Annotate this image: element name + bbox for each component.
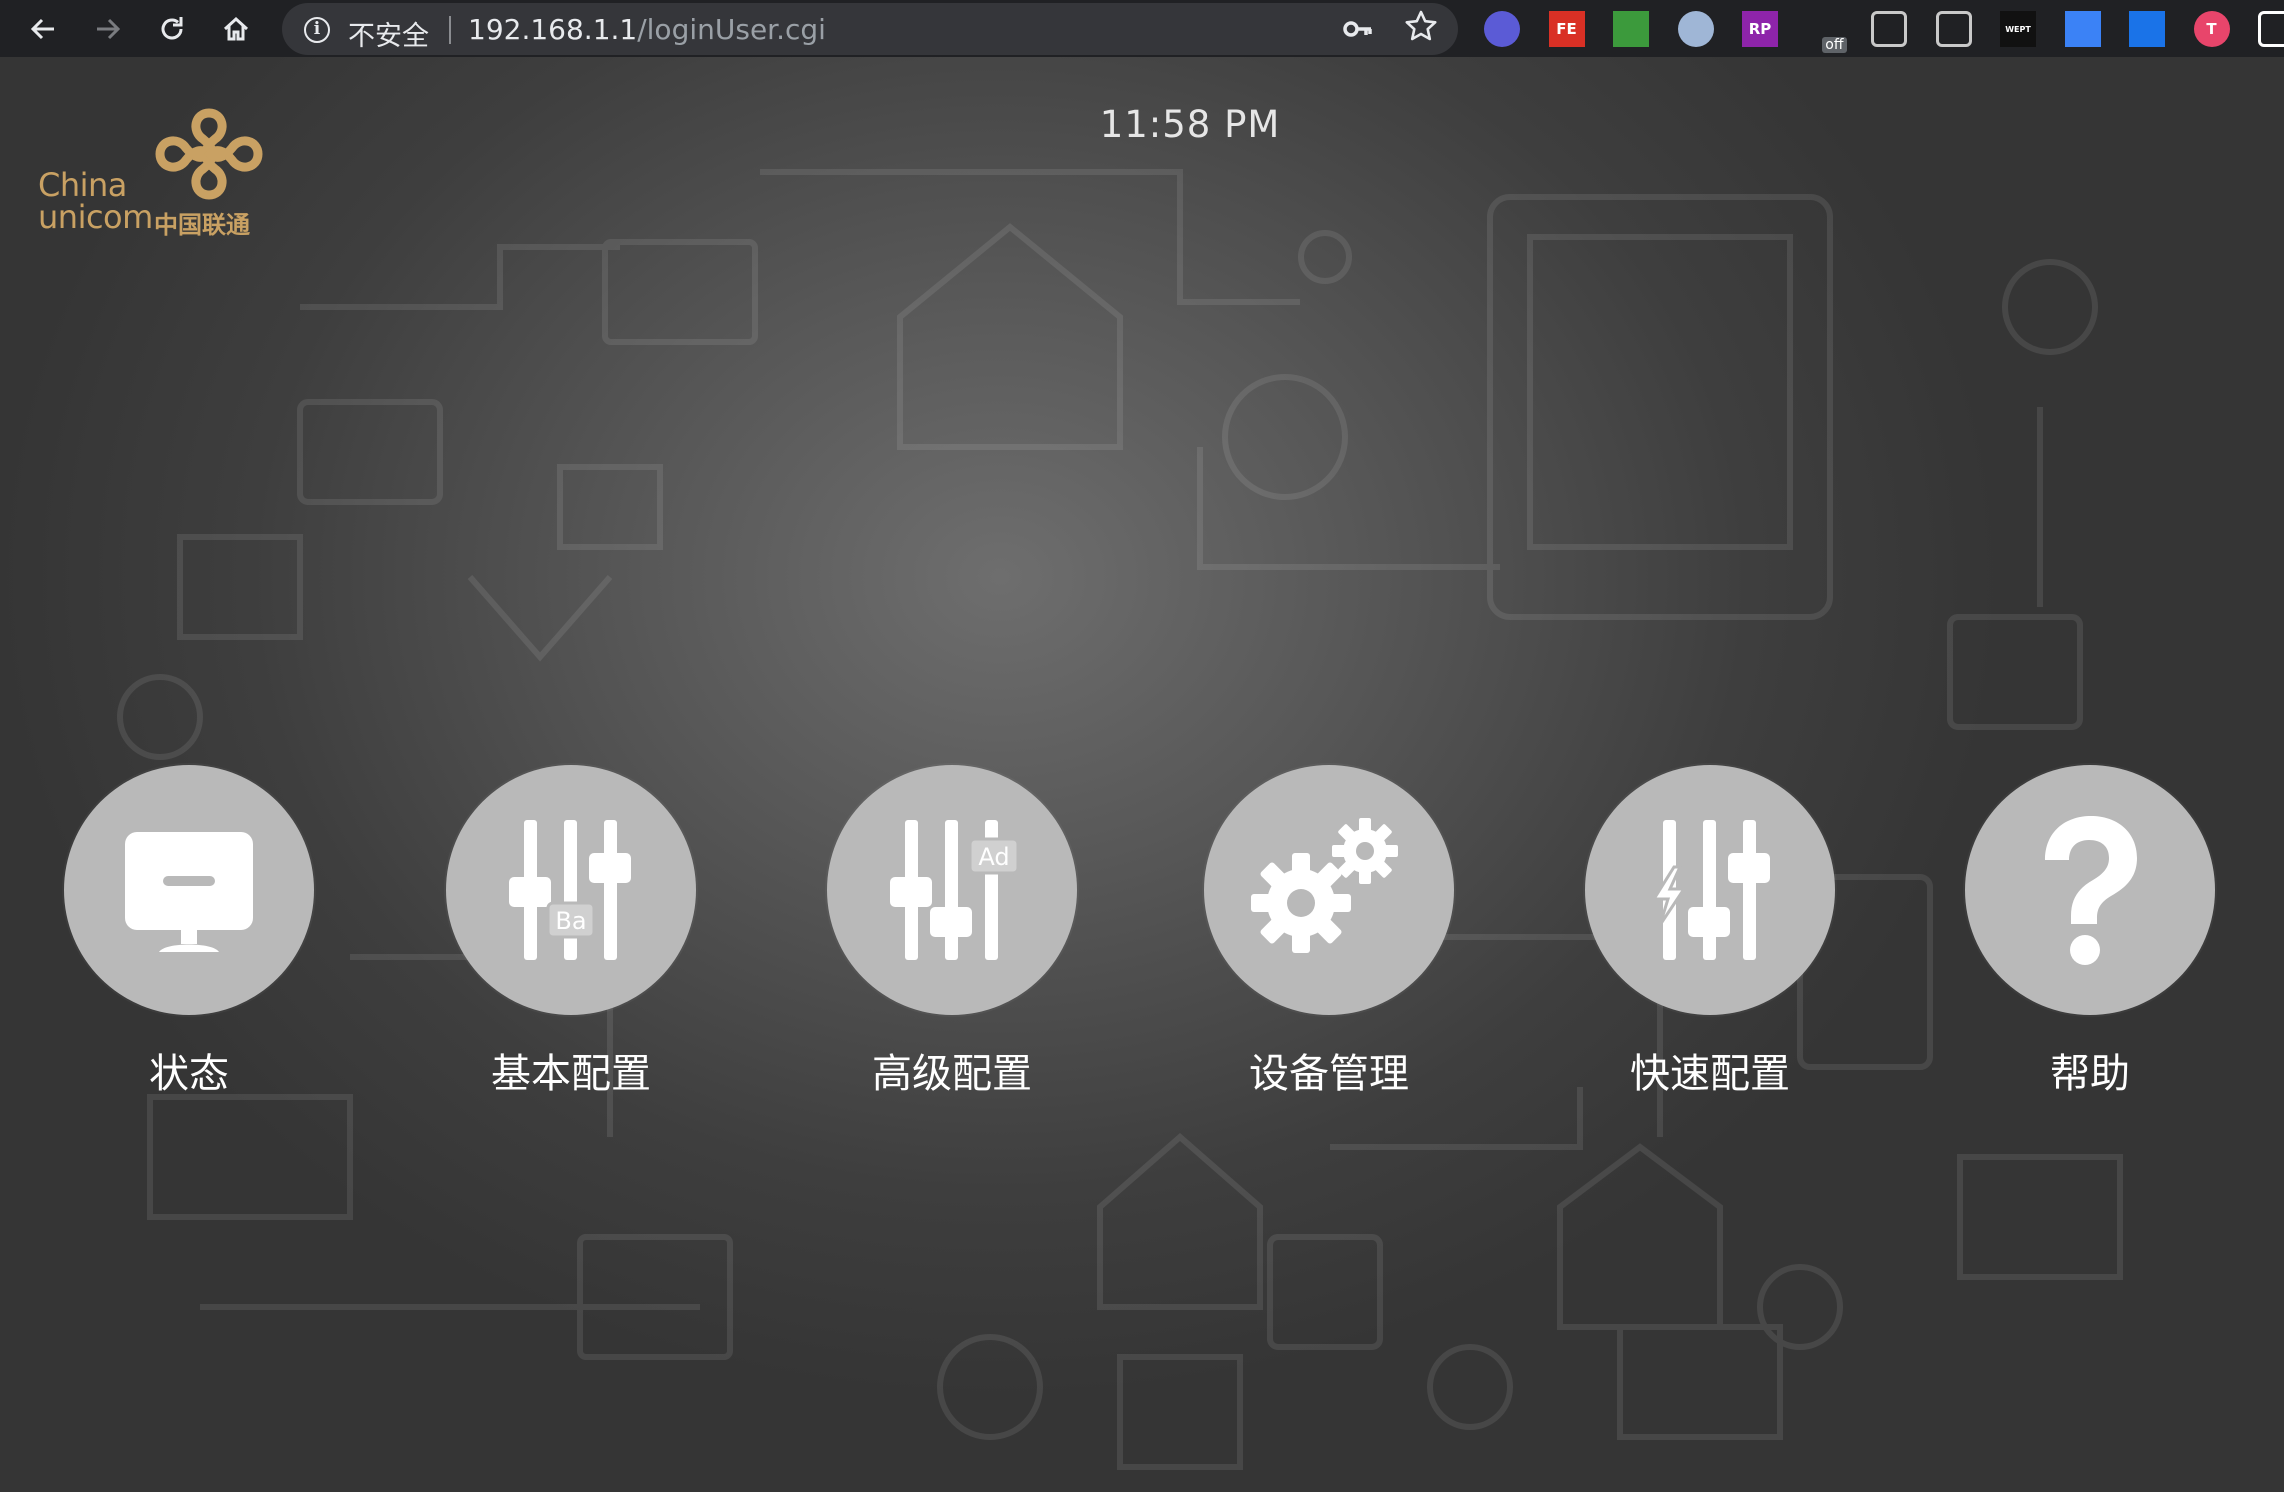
gears-icon — [1251, 818, 1398, 953]
help-icon — [2045, 816, 2137, 965]
menu-circle-status[interactable] — [64, 765, 314, 1015]
basic-sliders-icon: Ba — [509, 820, 631, 960]
security-label[interactable]: 不安全 — [348, 14, 429, 53]
home-icon[interactable] — [214, 8, 258, 50]
menu-item-help[interactable]: 帮助 — [1965, 765, 2215, 1125]
extension-pocket-icon[interactable] — [1871, 11, 1907, 47]
browser-toolbar: i 不安全 192.168.1.1/loginUser.cgi FE RP off W… — [0, 0, 2284, 57]
menu-label-device-management[interactable]: 设备管理 — [1204, 1041, 1454, 1099]
menu-label-basic-config[interactable]: 基本配置 — [446, 1041, 696, 1099]
menu-item-quick-config[interactable]: 快速配置 — [1585, 765, 1835, 1125]
extension-v-icon[interactable] — [1935, 11, 1972, 47]
extension-off-icon[interactable]: off — [1806, 11, 1847, 53]
menu-label-status[interactable]: 状态 — [64, 1041, 314, 1099]
extension-square-icon[interactable] — [2258, 11, 2284, 47]
logo-unicom-text: unicom — [38, 198, 153, 236]
menu-circle-advanced-config[interactable]: Ad — [827, 765, 1077, 1015]
url-path: /loginUser.cgi — [637, 13, 826, 46]
forward-arrow-icon[interactable] — [86, 8, 130, 50]
back-arrow-icon[interactable] — [21, 8, 65, 50]
extension-rp-icon[interactable]: RP — [1742, 11, 1778, 47]
extension-red-t-icon[interactable]: T — [2193, 11, 2230, 47]
address-bar[interactable]: i 不安全 192.168.1.1/loginUser.cgi — [282, 3, 1458, 55]
extension-wept-label: WEPT — [2005, 24, 2031, 34]
monitor-icon — [125, 832, 253, 952]
router-home-page: China unicom 中国联通 11:58 PM 状态 Ba 基本配置 Ad… — [0, 57, 2284, 1492]
main-menu: 状态 Ba 基本配置 Ad 高级配置 设备管理 快速配置 帮助 — [0, 765, 2284, 1165]
extension-fe-label: FE — [1556, 20, 1577, 38]
extension-wept-icon[interactable]: WEPT — [2000, 11, 2036, 47]
menu-item-basic-config[interactable]: Ba 基本配置 — [446, 765, 696, 1125]
unicom-knot-icon — [155, 108, 263, 200]
address-separator — [449, 16, 451, 44]
extension-fe-icon[interactable]: FE — [1548, 11, 1585, 47]
menu-label-help[interactable]: 帮助 — [1965, 1041, 2215, 1099]
advanced-badge-text: Ad — [978, 843, 1009, 871]
extension-diamond-icon[interactable] — [2064, 11, 2101, 47]
extension-off-label: off — [1822, 37, 1847, 53]
extension-check-icon[interactable] — [1484, 11, 1520, 47]
extension-rp-label: RP — [1748, 20, 1772, 38]
menu-circle-help[interactable] — [1965, 765, 2215, 1015]
extension-red-t-label: T — [2206, 20, 2217, 38]
url-text[interactable]: 192.168.1.1/loginUser.cgi — [468, 13, 826, 46]
menu-label-advanced-config[interactable]: 高级配置 — [827, 1041, 1077, 1099]
menu-item-device-management[interactable]: 设备管理 — [1204, 765, 1454, 1125]
key-icon[interactable] — [1342, 13, 1374, 53]
info-icon[interactable]: i — [304, 17, 330, 43]
menu-circle-quick-config[interactable] — [1585, 765, 1835, 1015]
basic-badge-text: Ba — [555, 907, 586, 935]
url-host: 192.168.1.1 — [468, 13, 638, 46]
bookmark-star-icon[interactable] — [1404, 9, 1438, 52]
clock-time: 11:58 PM — [1099, 103, 1281, 146]
menu-circle-basic-config[interactable]: Ba — [446, 765, 696, 1015]
reload-icon[interactable] — [150, 8, 194, 50]
logo-chinese-text: 中国联通 — [154, 211, 250, 239]
advanced-sliders-icon: Ad — [890, 820, 1020, 960]
logo-china-text: China — [38, 166, 127, 204]
quick-sliders-icon — [1651, 820, 1770, 960]
menu-label-quick-config[interactable]: 快速配置 — [1585, 1041, 1835, 1099]
extension-ring-icon[interactable] — [1677, 11, 1714, 47]
menu-item-status[interactable]: 状态 — [64, 765, 314, 1125]
logo-english-text: China unicom — [38, 169, 153, 233]
extension-arrow-icon[interactable] — [1613, 11, 1649, 47]
menu-item-advanced-config[interactable]: Ad 高级配置 — [827, 765, 1077, 1125]
china-unicom-logo: China unicom 中国联通 — [36, 103, 286, 239]
menu-circle-device-management[interactable] — [1204, 765, 1454, 1015]
extension-blue-icon[interactable] — [2129, 11, 2165, 47]
